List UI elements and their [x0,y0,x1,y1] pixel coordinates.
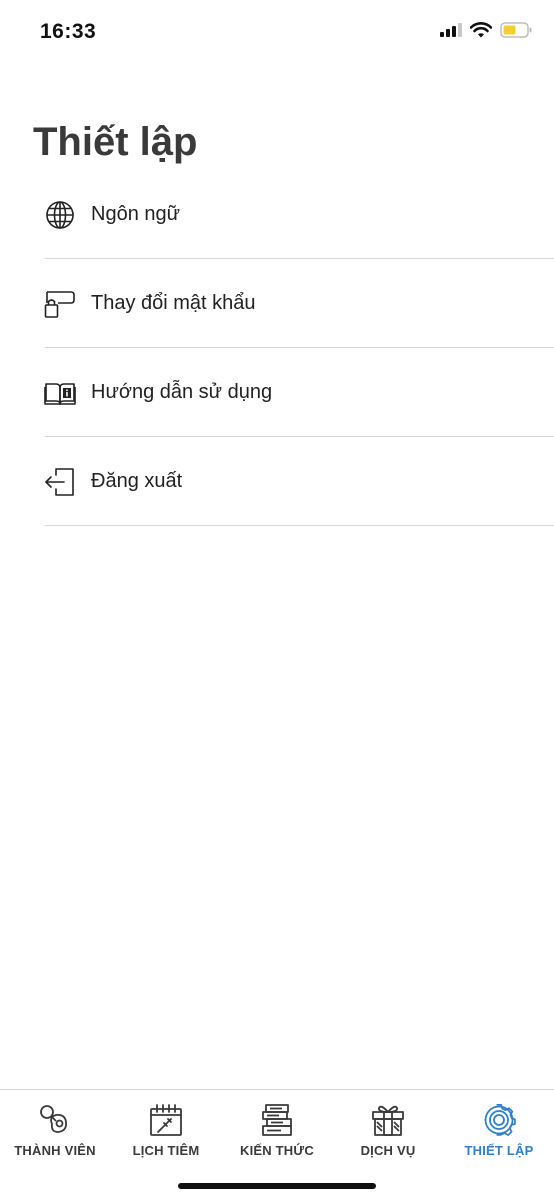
status-icons [440,22,532,43]
gear-icon [481,1102,517,1138]
settings-list: Ngôn ngữ Thay đổi mật khẩu Hướng dẫn sử … [0,170,554,526]
tab-label: LỊCH TIÊM [132,1143,200,1158]
settings-item-label: Đăng xuất [91,470,183,492]
settings-item-label: Ngôn ngữ [91,203,181,225]
globe-icon [44,199,76,231]
tab-services[interactable]: DỊCH VỤ [333,1090,443,1170]
password-change-icon [44,288,76,320]
wifi-icon [469,22,493,43]
tab-label: THÀNH VIÊN [14,1143,96,1158]
settings-item-user-guide[interactable]: Hướng dẫn sử dụng [0,348,554,437]
book-info-icon [44,377,76,409]
tab-settings[interactable]: THIẾT LẬP [444,1090,554,1170]
tab-label: DỊCH VỤ [360,1143,416,1158]
tab-label: THIẾT LẬP [464,1143,534,1158]
tab-members[interactable]: THÀNH VIÊN [0,1090,110,1170]
books-icon [259,1102,295,1138]
battery-icon [500,22,532,43]
settings-item-logout[interactable]: Đăng xuất [0,437,554,526]
calendar-syringe-icon [148,1102,184,1138]
status-time: 16:33 [40,20,97,43]
home-indicator [178,1183,376,1189]
pacifier-icon [37,1102,73,1138]
settings-item-label: Thay đổi mật khẩu [91,292,256,314]
gift-icon [370,1102,406,1138]
status-bar: 16:33 [0,0,554,66]
settings-item-language[interactable]: Ngôn ngữ [0,170,554,259]
logout-icon [44,466,76,498]
cellular-signal-icon [440,23,462,42]
settings-item-label: Hướng dẫn sử dụng [91,381,273,403]
settings-item-change-password[interactable]: Thay đổi mật khẩu [0,259,554,348]
page-title: Thiết lập [33,120,198,164]
tab-vaccination-schedule[interactable]: LỊCH TIÊM [111,1090,221,1170]
tab-label: KIẾN THỨC [240,1143,314,1158]
tab-knowledge[interactable]: KIẾN THỨC [222,1090,332,1170]
